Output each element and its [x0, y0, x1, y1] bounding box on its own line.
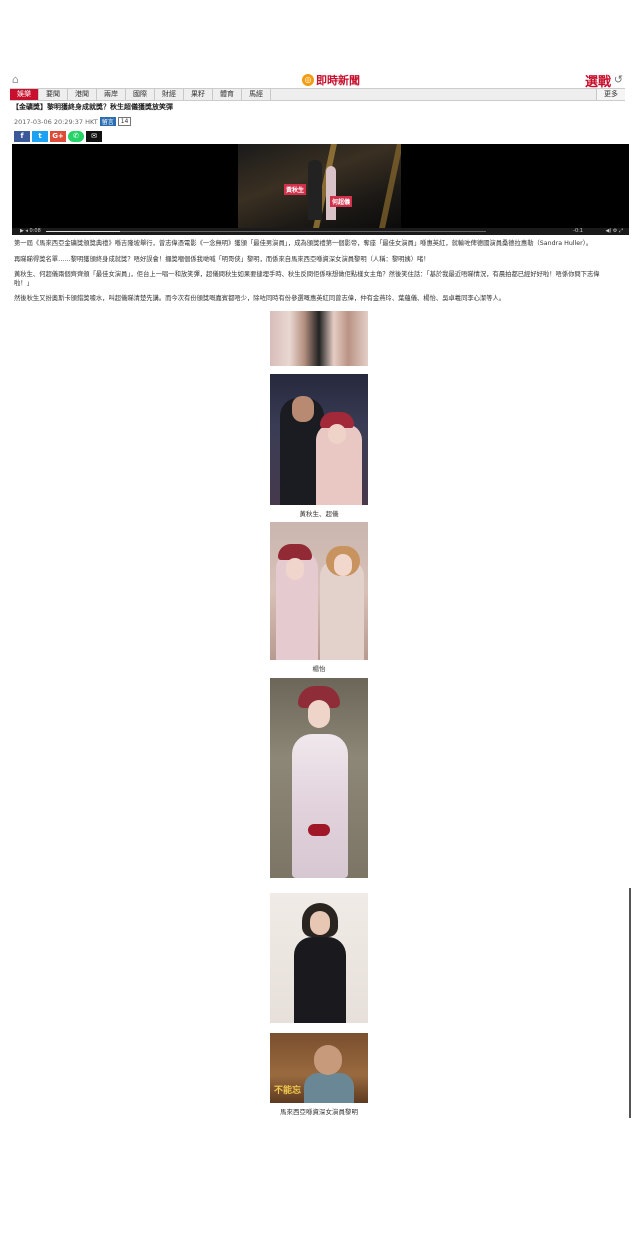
- article-timestamp: 2017-03-06 20:29:37 HKT: [14, 117, 98, 126]
- nav-item-local-news[interactable]: 港聞: [68, 89, 97, 100]
- figure: [308, 700, 330, 728]
- figure: [328, 424, 346, 444]
- photo-black-dress[interactable]: [270, 893, 368, 1023]
- nav-item-entertainment[interactable]: 娛樂: [10, 89, 39, 100]
- nav-more-button[interactable]: 更多: [596, 89, 625, 100]
- photo-caption: 馬來西亞喺資深女演員黎明: [280, 1108, 358, 1116]
- photo-film-poster[interactable]: 不能忘: [270, 1033, 368, 1103]
- figure: [292, 396, 314, 422]
- photo-caption: 黃秋生、超儀: [299, 510, 339, 518]
- whatsapp-share-icon[interactable]: ✆: [68, 131, 84, 142]
- group-photo[interactable]: [270, 311, 368, 366]
- article-paragraph: 第一屆《馬來西亞金礦獎頒獎典禮》喺吉隆坡舉行，曾志偉憑電影《一念無明》獲頒「最佳…: [14, 240, 593, 247]
- figure: [310, 911, 330, 935]
- nav-item-sports[interactable]: 體育: [213, 89, 242, 100]
- photo-caption: 楊怡: [312, 665, 326, 673]
- figure: [304, 1073, 354, 1103]
- nav-item-lifestyle[interactable]: 果籽: [184, 89, 213, 100]
- nav-item-finance[interactable]: 財經: [155, 89, 184, 100]
- nav-item-headlines[interactable]: 要聞: [39, 89, 68, 100]
- article-paragraph: 再睇睇得獎名單……黎明獲頒終身成就獎？唔好誤會！攞獎嗰個係我哋喊「明哥俠」黎明，…: [14, 256, 430, 263]
- video-frame[interactable]: 黃秋生 何超儀: [238, 144, 401, 228]
- video-progress-played: [46, 231, 120, 232]
- photo-selfie[interactable]: [270, 522, 368, 660]
- figure: [294, 937, 346, 1023]
- video-remaining-time: -0:1: [573, 228, 583, 234]
- figure: [314, 1045, 342, 1075]
- comment-count: 14: [117, 117, 132, 126]
- video-controls: ▶ ◂ 0:08 -0:1 ◀) ⚙ ⤢: [12, 228, 629, 235]
- share-bar: f t G+ ✆ ✉: [14, 131, 102, 142]
- figure: [286, 558, 304, 580]
- nav-item-international[interactable]: 國際: [126, 89, 155, 100]
- photo-anthony-wong-josie-ho[interactable]: [270, 374, 368, 505]
- logo-badge-icon: ◎: [302, 74, 314, 86]
- video-name-tag: 何超儀: [330, 196, 353, 207]
- home-icon[interactable]: ⌂: [12, 73, 19, 86]
- figure: [292, 734, 348, 878]
- article-meta: 2017-03-06 20:29:37 HKT 留言 14: [14, 117, 132, 126]
- article-paragraph: 然後秋生又扮奧斯卡頒錯獎噱水，叫超儀睇清楚先講。而今次有份頒獎嘅嘉賓都唔少，除咗…: [14, 295, 506, 302]
- twitter-share-icon[interactable]: t: [32, 131, 48, 142]
- top-bar: ⌂ ◎ 即時新聞 選戰 ↺: [10, 70, 625, 90]
- poster-title: 不能忘: [274, 1086, 302, 1096]
- email-share-icon[interactable]: ✉: [86, 131, 102, 142]
- video-volume-fullscreen-icons[interactable]: ◀) ⚙ ⤢: [606, 228, 623, 235]
- figure: [308, 824, 330, 836]
- article-paragraph: 黃秋生、何超儀兩個齊齊頒「最佳女演員」，佢台上一唱一和放笑彈，超儀問秋生如果要撻…: [14, 271, 600, 287]
- nav-item-cross-strait[interactable]: 兩岸: [97, 89, 126, 100]
- figure: [334, 554, 352, 576]
- photo-red-carpet[interactable]: [270, 678, 368, 878]
- video-name-tag: 黃秋生: [284, 184, 307, 195]
- presenter-figure: [308, 160, 322, 220]
- site-logo[interactable]: ◎ 即時新聞: [302, 72, 360, 88]
- facebook-share-icon[interactable]: f: [14, 131, 30, 142]
- scrollbar[interactable]: [629, 888, 631, 1118]
- comments-button[interactable]: 留言: [99, 117, 116, 126]
- google-plus-share-icon[interactable]: G+: [50, 131, 66, 142]
- back-arrow-icon[interactable]: ↺: [614, 73, 623, 86]
- article-headline: 【金礦獎】黎明獲終身成就獎？秋生超儀獲獎放笑彈: [12, 103, 173, 111]
- video-current-time: ▶ ◂ 0:08: [20, 228, 41, 234]
- logo-text: 即時新聞: [316, 74, 360, 87]
- section-nav: 娛樂 要聞 港聞 兩岸 國際 財經 果籽 體育 馬經 更多: [10, 88, 625, 101]
- presenter-figure: [326, 166, 336, 220]
- nav-item-racing[interactable]: 馬經: [242, 89, 271, 100]
